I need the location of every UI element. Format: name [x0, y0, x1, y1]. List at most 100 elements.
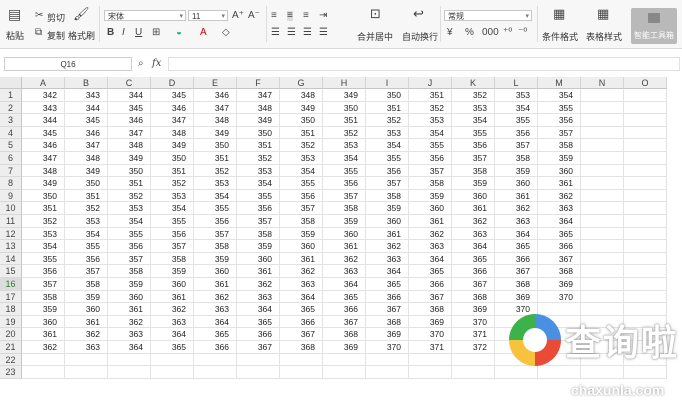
table-cell[interactable]: 358: [151, 252, 194, 266]
table-cell[interactable]: 343: [22, 101, 65, 115]
table-cell[interactable]: 356: [22, 265, 65, 278]
table-cell[interactable]: 369: [452, 303, 495, 316]
table-cell[interactable]: 358: [409, 177, 452, 190]
table-cell[interactable]: 360: [495, 177, 538, 190]
table-cell[interactable]: 352: [194, 164, 237, 178]
table-cell[interactable]: 344: [108, 89, 151, 102]
table-cell[interactable]: 366: [452, 265, 495, 278]
table-cell[interactable]: 362: [366, 240, 409, 253]
table-cell[interactable]: [581, 215, 624, 228]
table-cell[interactable]: 351: [151, 164, 194, 178]
font-shrink-icon[interactable]: A⁻: [248, 11, 260, 21]
table-cell[interactable]: [624, 202, 667, 215]
table-cell[interactable]: 367: [538, 252, 581, 266]
column-header[interactable]: O: [624, 77, 667, 89]
table-cell[interactable]: 351: [323, 114, 366, 127]
table-cell[interactable]: [581, 278, 624, 291]
table-cell[interactable]: [366, 366, 409, 379]
table-cell[interactable]: 354: [280, 164, 323, 178]
italic-icon[interactable]: I: [122, 28, 125, 38]
table-cell[interactable]: 359: [409, 189, 452, 203]
table-cell[interactable]: 361: [194, 278, 237, 291]
table-cell[interactable]: 350: [366, 89, 409, 102]
table-cell[interactable]: 352: [151, 177, 194, 190]
font-name-select[interactable]: 宋体 ▾: [104, 10, 186, 21]
table-cell[interactable]: 362: [280, 265, 323, 278]
table-cell[interactable]: 358: [237, 227, 280, 241]
table-cell[interactable]: 355: [495, 114, 538, 127]
table-cell[interactable]: [452, 353, 495, 367]
table-cell[interactable]: 354: [538, 89, 581, 102]
table-cell[interactable]: 364: [323, 278, 366, 291]
table-cell[interactable]: 357: [280, 202, 323, 215]
table-cell[interactable]: 363: [366, 252, 409, 266]
table-cell[interactable]: [624, 89, 667, 102]
table-cell[interactable]: 357: [323, 189, 366, 203]
table-cell[interactable]: [581, 164, 624, 178]
table-cell[interactable]: 358: [323, 202, 366, 215]
table-cell[interactable]: 367: [323, 315, 366, 329]
table-style-button[interactable]: 表格样式: [586, 30, 622, 43]
column-header[interactable]: M: [538, 77, 581, 89]
table-cell[interactable]: 350: [65, 177, 108, 190]
row-header[interactable]: 10: [0, 202, 22, 215]
table-cell[interactable]: [409, 366, 452, 379]
table-cell[interactable]: 347: [151, 114, 194, 127]
table-cell[interactable]: [581, 89, 624, 102]
table-cell[interactable]: 363: [108, 328, 151, 341]
table-cell[interactable]: [323, 353, 366, 367]
table-style-icon[interactable]: ▦: [597, 7, 609, 20]
table-cell[interactable]: 350: [22, 189, 65, 203]
table-cell[interactable]: 364: [237, 303, 280, 316]
table-cell[interactable]: 354: [65, 227, 108, 241]
table-cell[interactable]: 367: [280, 328, 323, 341]
table-cell[interactable]: 349: [194, 126, 237, 140]
merge-center-button[interactable]: 合并居中: [357, 30, 393, 43]
row-header[interactable]: 19: [0, 315, 22, 329]
fx-icon[interactable]: fx: [152, 59, 161, 69]
table-cell[interactable]: 351: [194, 152, 237, 165]
table-cell[interactable]: 363: [452, 227, 495, 241]
table-cell[interactable]: 353: [409, 114, 452, 127]
table-cell[interactable]: 369: [495, 290, 538, 304]
table-cell[interactable]: 357: [366, 177, 409, 190]
table-cell[interactable]: 355: [452, 126, 495, 140]
table-cell[interactable]: 343: [65, 89, 108, 102]
column-header[interactable]: H: [323, 77, 366, 89]
wrap-text-button[interactable]: 自动换行: [402, 30, 438, 43]
table-cell[interactable]: [624, 114, 667, 127]
table-cell[interactable]: [22, 366, 65, 379]
table-cell[interactable]: [624, 278, 667, 291]
table-cell[interactable]: 363: [495, 215, 538, 228]
smart-toolbox-button[interactable]: 智能工具箱: [631, 8, 677, 44]
formula-input[interactable]: [168, 57, 680, 71]
table-cell[interactable]: 365: [323, 290, 366, 304]
table-cell[interactable]: [581, 139, 624, 152]
column-header[interactable]: C: [108, 77, 151, 89]
table-cell[interactable]: [624, 215, 667, 228]
table-cell[interactable]: 356: [194, 215, 237, 228]
align-center-icon[interactable]: ☰: [287, 28, 296, 38]
table-cell[interactable]: [581, 152, 624, 165]
table-cell[interactable]: 349: [22, 177, 65, 190]
wrap-text-icon[interactable]: ↩: [413, 7, 424, 20]
table-cell[interactable]: 360: [280, 240, 323, 253]
column-header[interactable]: B: [65, 77, 108, 89]
row-header[interactable]: 14: [0, 252, 22, 266]
table-cell[interactable]: 348: [65, 152, 108, 165]
table-cell[interactable]: 353: [194, 177, 237, 190]
table-cell[interactable]: 371: [409, 341, 452, 354]
table-cell[interactable]: 358: [65, 278, 108, 291]
table-cell[interactable]: 359: [108, 278, 151, 291]
table-cell[interactable]: 366: [409, 278, 452, 291]
table-cell[interactable]: 370: [538, 290, 581, 304]
table-cell[interactable]: 354: [366, 139, 409, 152]
table-cell[interactable]: 356: [323, 177, 366, 190]
table-cell[interactable]: 365: [495, 240, 538, 253]
row-header[interactable]: 6: [0, 152, 22, 165]
table-cell[interactable]: 355: [65, 240, 108, 253]
table-cell[interactable]: 360: [65, 303, 108, 316]
table-cell[interactable]: 353: [22, 227, 65, 241]
table-cell[interactable]: 360: [409, 202, 452, 215]
table-cell[interactable]: 365: [237, 315, 280, 329]
